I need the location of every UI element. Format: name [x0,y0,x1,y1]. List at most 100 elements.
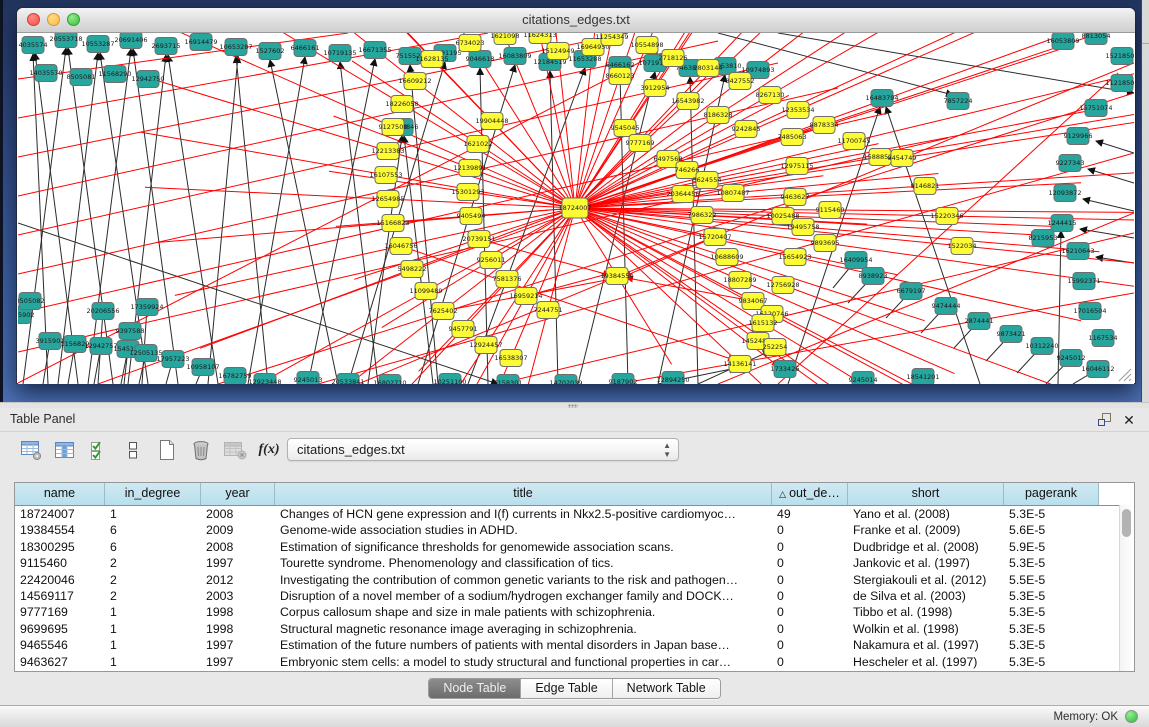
graph-node[interactable]: 6158301 [494,375,523,385]
graph-node[interactable]: 2874441 [965,313,994,330]
table-row[interactable]: 911546021997Tourette syndrome. Phenomeno… [15,555,1134,571]
table-row[interactable]: 946554611997Estimation of the future num… [15,637,1134,653]
graph-node[interactable]: 8427552 [726,73,755,90]
cell-in_degree[interactable]: 2 [105,572,201,588]
graph-node[interactable]: 1615132 [749,315,778,332]
graph-node[interactable]: 252254 [763,339,788,356]
cell-out_de[interactable]: 0 [772,621,848,637]
graph-node[interactable]: 15301293 [451,184,484,201]
cell-year[interactable]: 2003 [201,588,275,604]
float-panel-icon[interactable] [1097,412,1113,428]
graph-node[interactable]: 10312240 [1025,338,1058,355]
cell-year[interactable]: 2009 [201,522,275,538]
graph-node[interactable]: 7625402 [429,303,458,320]
cell-short[interactable]: Dudbridge et al. (2008) [848,539,1004,555]
cell-in_degree[interactable]: 6 [105,539,201,555]
graph-node[interactable]: 9245014 [849,372,878,385]
trash-icon[interactable] [188,438,214,462]
graph-node[interactable]: 15218506 [1105,48,1134,65]
memory-ok-icon[interactable] [1125,710,1138,723]
graph-node[interactable]: 9463627 [781,189,810,206]
graph-node[interactable]: 9545045 [611,120,640,137]
cell-title[interactable]: Estimation of significance thresholds fo… [275,539,772,555]
cell-short[interactable]: Franke et al. (2009) [848,522,1004,538]
graph-node[interactable]: 11624313 [523,33,556,44]
cell-in_degree[interactable]: 1 [105,621,201,637]
graph-node[interactable]: 18807289 [723,272,756,289]
network-window-titlebar[interactable]: citations_edges.txt [17,8,1135,33]
column-header-name[interactable]: name [15,483,105,505]
cell-short[interactable]: Hescheler et al. (1997) [848,654,1004,670]
cell-in_degree[interactable]: 6 [105,522,201,538]
graph-node[interactable]: 7244751 [534,302,563,319]
cell-pagerank[interactable]: 5.3E-5 [1004,637,1099,653]
graph-node[interactable]: 1527602 [256,43,285,60]
cell-short[interactable]: Nakamura et al. (1997) [848,637,1004,653]
cell-name[interactable]: 22420046 [15,572,105,588]
graph-node[interactable]: 1621098 [491,33,520,45]
graph-node[interactable]: 8878334 [810,117,839,134]
graph-node[interactable]: 9146821 [911,178,940,195]
graph-node[interactable]: 20691406 [114,33,147,49]
table-row[interactable]: 1830029562008Estimation of significance … [15,539,1134,555]
cell-pagerank[interactable]: 5.5E-5 [1004,572,1099,588]
tab-network-table[interactable]: Network Table [613,679,720,698]
cell-title[interactable]: Genome-wide association studies in ADHD. [275,522,772,538]
graph-node[interactable]: 10251100 [433,374,466,385]
cell-in_degree[interactable]: 2 [105,588,201,604]
table-row[interactable]: 946362711997Embryonic stem cells: a mode… [15,654,1134,670]
table-row[interactable]: 2242004622012Investigating the contribut… [15,572,1134,588]
column-select-icon[interactable] [52,438,78,462]
cell-title[interactable]: Disruption of a novel member of a sodium… [275,588,772,604]
graph-node[interactable]: 8215953 [1029,230,1058,247]
cell-short[interactable]: Jankovic et al. (1997) [848,555,1004,571]
graph-node[interactable]: 3624554 [693,172,722,189]
cell-year[interactable]: 1997 [201,555,275,571]
table-selector-combobox[interactable]: citations_edges.txt ▲▼ [287,438,679,461]
cell-title[interactable]: Estimation of the future numbers of pati… [275,637,772,653]
network-canvas[interactable]: 1872400740355742055371810553287206914062… [18,33,1134,384]
graph-node[interactable]: 9256011 [477,252,506,269]
graph-node[interactable]: 8454749 [888,150,917,167]
cell-year[interactable]: 1997 [201,637,275,653]
graph-node[interactable]: 7857224 [944,93,973,110]
graph-node[interactable]: 9873421 [997,326,1026,343]
graph-node[interactable]: 15751074 [1079,100,1112,117]
graph-node[interactable]: 9115460 [816,202,845,219]
graph-node[interactable]: 20553718 [49,33,82,48]
graph-node[interactable]: 17016504 [1073,303,1106,320]
graph-node[interactable]: 6679197 [897,283,926,300]
graph-node[interactable]: 2718126 [659,50,688,67]
graph-node[interactable]: 10553287 [81,36,114,53]
cell-short[interactable]: de Silva et al. (2003) [848,588,1004,604]
cell-in_degree[interactable]: 1 [105,506,201,522]
graph-node[interactable]: 11700745 [837,133,870,150]
column-header-short[interactable]: short [848,483,1004,505]
graph-node[interactable]: 2803144 [694,60,723,77]
cell-name[interactable]: 9115460 [15,555,105,571]
cell-out_de[interactable]: 0 [772,604,848,620]
cell-pagerank[interactable]: 5.3E-5 [1004,621,1099,637]
cell-name[interactable]: 19384554 [15,522,105,538]
cell-name[interactable]: 14569117 [15,588,105,604]
graph-node[interactable]: 16210643 [1061,243,1094,260]
graph-node[interactable]: 16538307 [494,350,527,367]
graph-node[interactable]: 9046618 [466,51,495,68]
graph-node[interactable]: 8660123 [606,68,635,85]
graph-node[interactable]: 7986322 [688,207,717,224]
graph-node[interactable]: 8267130 [756,87,785,104]
cell-out_de[interactable]: 0 [772,522,848,538]
table-row[interactable]: 969969511998Structural magnetic resonanc… [15,621,1134,637]
graph-node[interactable]: 1522034 [948,238,977,255]
graph-node[interactable]: 16083809 [498,48,531,65]
graph-node[interactable]: 12923448 [248,374,281,385]
graph-node[interactable]: 3912954 [641,80,670,97]
cell-name[interactable]: 9465546 [15,637,105,653]
graph-node[interactable]: 10554898 [630,37,663,54]
tab-node-table[interactable]: Node Table [429,679,521,698]
column-header-out_de[interactable]: △out_de… [772,483,848,505]
graph-node[interactable]: 20739151 [462,231,495,248]
graph-node[interactable]: 16409954 [839,252,872,269]
graph-node[interactable]: 8505082 [18,293,44,310]
graph-node[interactable]: 9397588 [116,323,145,340]
